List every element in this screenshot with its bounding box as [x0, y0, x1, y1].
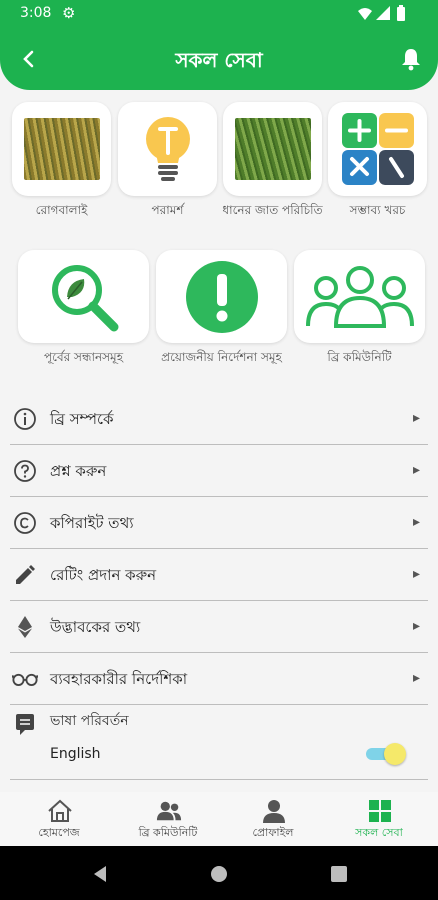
nav-all-services-label: সকল সেবা — [355, 826, 403, 839]
language-setting: ভাষা পরিবর্তন English — [10, 705, 428, 780]
page-title: সকল সেবা — [175, 48, 263, 72]
services-content: রোগবালাই পরামর্শ ধানের জাত পরিচিতি সম্ভা… — [0, 90, 438, 792]
nav-community-label: ব্রি কমিউনিটি — [138, 826, 198, 839]
system-navigation-bar — [0, 846, 438, 900]
profile-icon — [261, 798, 287, 824]
nav-profile-label: প্রোফাইল — [252, 826, 294, 839]
pencil-icon — [12, 562, 38, 588]
rice-field-photo — [23, 118, 100, 180]
tile-community-label: ব্রি কমিউনিটি — [327, 350, 392, 364]
exclamation-icon — [185, 260, 258, 333]
tile-rice-varieties-label: ধানের জাত পরিচিতি — [222, 203, 323, 217]
rice-plants-photo — [234, 118, 311, 180]
signal-icon — [376, 6, 390, 20]
tile-community[interactable] — [294, 250, 425, 343]
chevron-right-icon: ▸ — [412, 514, 420, 530]
home-icon — [47, 798, 73, 824]
language-value: English — [50, 746, 101, 762]
status-icons — [358, 5, 405, 21]
menu-rating-label: রেটিং প্রদান করুন — [50, 566, 157, 584]
calculator-icon — [341, 113, 414, 185]
community-icon — [156, 798, 182, 824]
menu-developer-info-label: উদ্ভাবকের তথ্য — [50, 618, 141, 636]
system-home-icon[interactable] — [209, 864, 229, 884]
menu-copyright[interactable]: কপিরাইট তথ্য ▸ — [10, 497, 428, 549]
language-toggle[interactable] — [366, 743, 406, 765]
menu-ask-question-label: প্রশ্ন করুন — [50, 462, 107, 480]
menu-rating[interactable]: রেটিং প্রদান করুন ▸ — [10, 549, 428, 601]
status-bar: 3:08 ⚙ — [0, 0, 438, 28]
tile-advice[interactable] — [118, 102, 217, 196]
nav-community[interactable]: ব্রি কমিউনিটি — [113, 792, 223, 846]
app-bar: সকল সেবা — [0, 28, 438, 90]
wifi-icon — [358, 8, 372, 20]
info-icon — [12, 406, 38, 432]
menu-user-guide[interactable]: ব্যবহারকারীর নির্দেশিকা ▸ — [10, 653, 428, 705]
bottom-navigation: হোমপেজ ব্রি কমিউনিটি প্রোফাইল সকল সেবা — [0, 792, 438, 846]
chevron-right-icon: ▸ — [412, 618, 420, 634]
settings-gear-icon: ⚙ — [62, 4, 76, 22]
tile-search-history[interactable] — [18, 250, 149, 343]
nav-home[interactable]: হোমপেজ — [4, 792, 114, 846]
tile-guidelines[interactable] — [156, 250, 287, 343]
tile-guidelines-label: প্রয়োজনীয় নির্দেশনা সমূহ — [161, 350, 282, 364]
tile-cost[interactable] — [328, 102, 427, 196]
grid-icon — [367, 798, 393, 824]
menu-about[interactable]: ব্রি সম্পর্কে ▸ — [10, 393, 428, 445]
lightbulb-icon — [145, 117, 190, 181]
tile-disease[interactable] — [12, 102, 111, 196]
community-icon — [305, 265, 414, 328]
status-time: 3:08 — [20, 5, 52, 21]
nav-home-label: হোমপেজ — [38, 826, 80, 839]
tile-rice-varieties[interactable] — [223, 102, 322, 196]
system-recents-icon[interactable] — [329, 864, 349, 884]
tile-disease-label: রোগবালাই — [35, 203, 88, 217]
menu-copyright-label: কপিরাইট তথ্য — [50, 514, 134, 532]
chevron-right-icon: ▸ — [412, 410, 420, 426]
chevron-right-icon: ▸ — [412, 670, 420, 686]
tile-search-history-label: পূর্বের সন্ধানসমূহ — [43, 350, 124, 364]
system-back-icon[interactable] — [90, 864, 110, 884]
menu-developer-info[interactable]: উদ্ভাবকের তথ্য ▸ — [10, 601, 428, 653]
menu-user-guide-label: ব্যবহারকারীর নির্দেশিকা — [50, 670, 188, 688]
copyright-icon — [12, 510, 38, 536]
nav-all-services[interactable]: সকল সেবা — [324, 792, 434, 846]
tile-cost-label: সম্ভাব্য খরচ — [349, 203, 406, 217]
battery-icon — [397, 7, 405, 21]
bell-icon — [402, 49, 420, 71]
ethereum-icon — [12, 614, 38, 640]
language-title: ভাষা পরিবর্তন — [50, 713, 129, 729]
tile-advice-label: পরামর্শ — [151, 203, 184, 217]
question-icon — [12, 458, 38, 484]
nav-profile[interactable]: প্রোফাইল — [218, 792, 328, 846]
notification-button[interactable] — [396, 44, 426, 74]
toggle-knob — [384, 743, 406, 765]
chevron-right-icon: ▸ — [412, 462, 420, 478]
chevron-right-icon: ▸ — [412, 566, 420, 582]
menu-ask-question[interactable]: প্রশ্ন করুন ▸ — [10, 445, 428, 497]
menu-about-label: ব্রি সম্পর্কে — [50, 410, 114, 428]
glasses-icon — [12, 666, 38, 692]
search-history-icon — [51, 264, 118, 331]
language-icon — [12, 711, 38, 737]
